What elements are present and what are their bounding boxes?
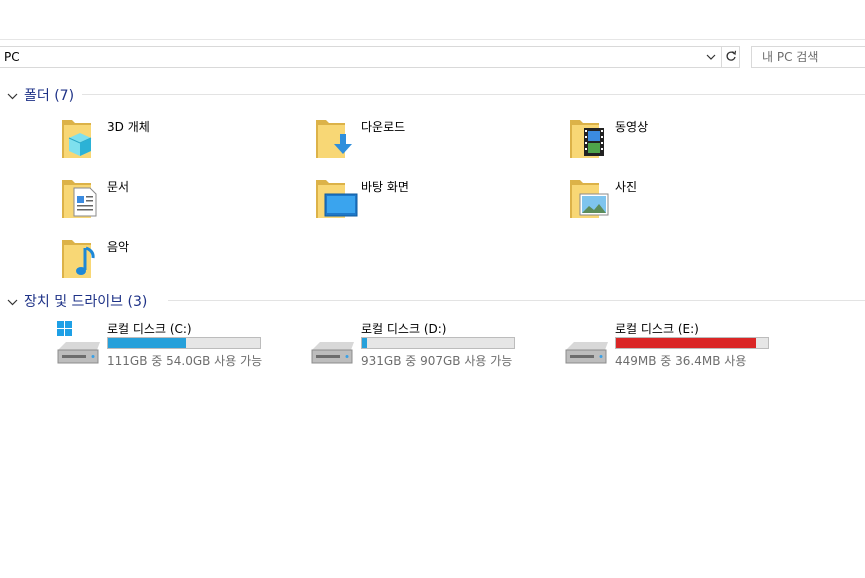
folder-name: 다운로드 bbox=[361, 120, 406, 134]
search-input[interactable] bbox=[752, 47, 865, 67]
pictures-folder-icon bbox=[567, 174, 613, 220]
folder-name: 음악 bbox=[107, 240, 130, 254]
search-box[interactable] bbox=[751, 46, 865, 68]
section-divider bbox=[168, 300, 865, 301]
videos-folder-icon bbox=[567, 114, 613, 160]
documents-folder-icon bbox=[59, 174, 105, 220]
folder-tile-pictures[interactable]: 사진 bbox=[567, 174, 797, 226]
drives-section-header[interactable]: 장치 및 드라이브 (3) bbox=[0, 290, 865, 310]
drive-usage-fill bbox=[616, 338, 756, 348]
drive-usage-bar bbox=[107, 337, 261, 349]
folders-section-header[interactable]: 폴더 (7) bbox=[0, 84, 865, 104]
drive-tile-e[interactable]: 로컬 디스크 (E:) 449MB 중 36.4MB 사용 bbox=[563, 320, 803, 368]
drive-usage-fill bbox=[108, 338, 186, 348]
hard-drive-icon bbox=[309, 320, 357, 368]
refresh-icon bbox=[725, 50, 737, 65]
desktop-folder-icon bbox=[313, 174, 359, 220]
3d-objects-folder-icon bbox=[59, 114, 105, 160]
folder-name: 사진 bbox=[615, 180, 638, 194]
folder-name: 문서 bbox=[107, 180, 130, 194]
music-folder-icon bbox=[59, 234, 105, 280]
drive-name: 로컬 디스크 (D:) bbox=[361, 322, 447, 336]
drive-usage-bar bbox=[361, 337, 515, 349]
section-divider bbox=[82, 94, 865, 95]
address-bar[interactable]: PC bbox=[0, 46, 722, 68]
drive-tile-c[interactable]: 로컬 디스크 (C:) 111GB 중 54.0GB 사용 가능 bbox=[55, 320, 295, 368]
refresh-button[interactable] bbox=[722, 46, 740, 68]
drive-usage-fill bbox=[362, 338, 367, 348]
folder-tile-documents[interactable]: 문서 bbox=[59, 174, 289, 226]
folder-tile-desktop[interactable]: 바탕 화면 bbox=[313, 174, 543, 226]
drive-space-info: 931GB 중 907GB 사용 가능 bbox=[361, 354, 513, 368]
drive-name: 로컬 디스크 (C:) bbox=[107, 322, 192, 336]
drive-usage-bar bbox=[615, 337, 769, 349]
chevron-down-icon[interactable] bbox=[7, 89, 18, 103]
folder-tile-videos[interactable]: 동영상 bbox=[567, 114, 797, 166]
folder-name: 동영상 bbox=[615, 120, 649, 134]
drive-tile-d[interactable]: 로컬 디스크 (D:) 931GB 중 907GB 사용 가능 bbox=[309, 320, 549, 368]
drive-name: 로컬 디스크 (E:) bbox=[615, 322, 699, 336]
folder-name: 바탕 화면 bbox=[361, 180, 409, 194]
folder-tile-downloads[interactable]: 다운로드 bbox=[313, 114, 543, 166]
folders-section-title: 폴더 (7) bbox=[24, 88, 75, 104]
folder-name: 3D 개체 bbox=[107, 120, 150, 134]
downloads-folder-icon bbox=[313, 114, 359, 160]
folder-tile-3d-objects[interactable]: 3D 개체 bbox=[59, 114, 289, 166]
drive-space-info: 111GB 중 54.0GB 사용 가능 bbox=[107, 354, 263, 368]
address-bar-row: PC bbox=[0, 46, 865, 68]
address-path: PC bbox=[4, 50, 20, 64]
chevron-down-icon[interactable] bbox=[703, 48, 719, 66]
folder-tile-music[interactable]: 음악 bbox=[59, 234, 289, 286]
windows-drive-icon bbox=[55, 320, 103, 368]
chevron-down-icon[interactable] bbox=[7, 295, 18, 309]
ribbon-area bbox=[0, 0, 865, 40]
drives-section-title: 장치 및 드라이브 (3) bbox=[24, 294, 148, 310]
hard-drive-icon bbox=[563, 320, 611, 368]
drive-space-info: 449MB 중 36.4MB 사용 bbox=[615, 354, 747, 368]
